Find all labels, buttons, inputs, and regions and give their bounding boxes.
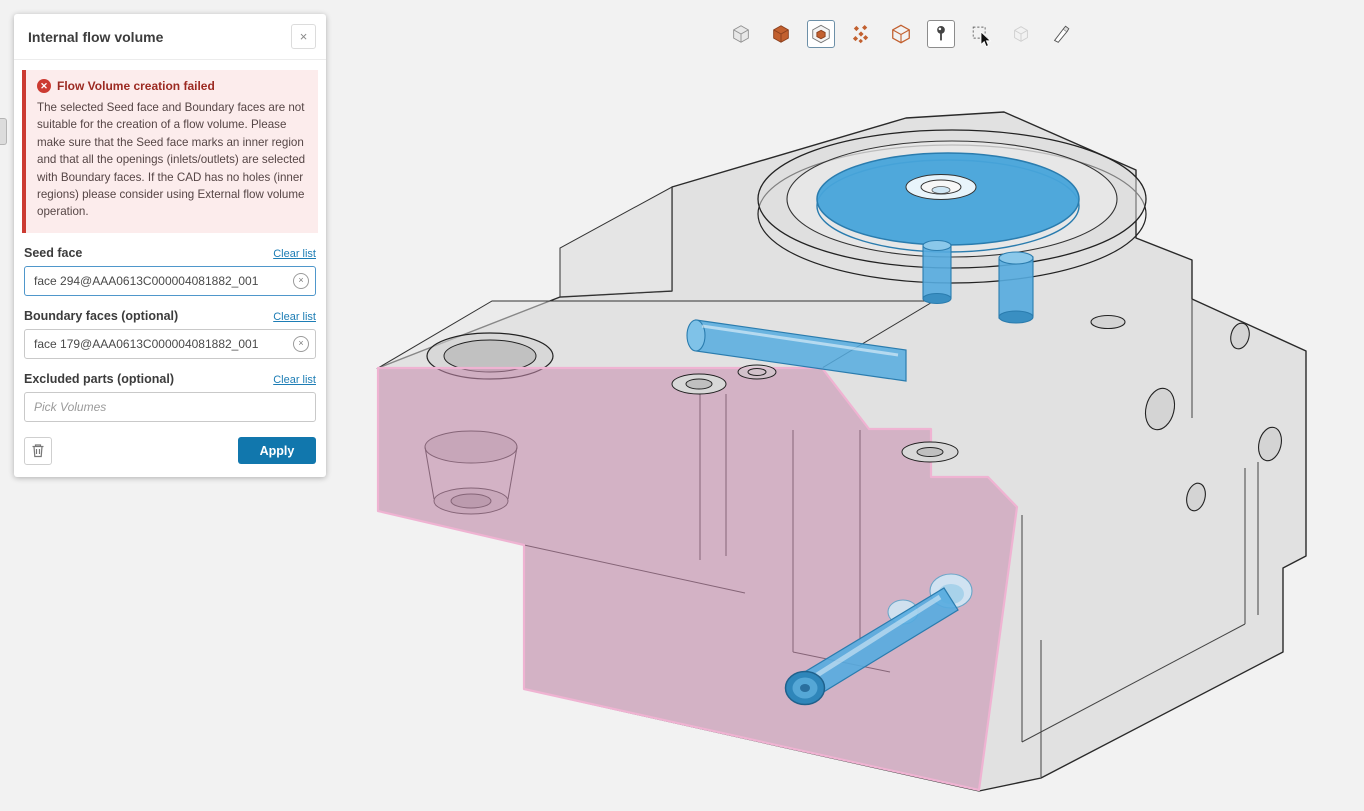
apply-button[interactable]: Apply bbox=[238, 437, 316, 464]
mouse-cursor bbox=[979, 31, 995, 49]
panel-footer: Apply bbox=[14, 422, 326, 477]
excluded-parts-clear-link[interactable]: Clear list bbox=[273, 374, 316, 386]
internal-flow-volume-icon[interactable] bbox=[807, 20, 835, 48]
collapsed-sidebar-tab[interactable] bbox=[0, 118, 7, 145]
panel-title: Internal flow volume bbox=[28, 29, 163, 45]
transform-icon bbox=[1007, 20, 1035, 48]
section-face-pink[interactable] bbox=[378, 368, 1017, 790]
close-icon[interactable]: × bbox=[291, 24, 316, 49]
error-message: The selected Seed face and Boundary face… bbox=[37, 99, 308, 221]
trash-icon bbox=[31, 443, 45, 458]
boundary-faces-input[interactable]: × bbox=[24, 329, 316, 359]
seed-face-group: Seed face Clear list × bbox=[14, 246, 326, 296]
excluded-parts-group: Excluded parts (optional) Clear list bbox=[14, 372, 326, 422]
excluded-parts-field[interactable] bbox=[25, 393, 315, 421]
excluded-parts-input[interactable] bbox=[24, 392, 316, 422]
error-alert: ✕ Flow Volume creation failed The select… bbox=[22, 70, 318, 233]
delete-operation-button[interactable] bbox=[24, 437, 52, 465]
sketch-knife-icon[interactable] bbox=[1047, 20, 1075, 48]
seed-face-input[interactable]: × bbox=[24, 266, 316, 296]
seed-face-remove-icon[interactable]: × bbox=[293, 273, 309, 289]
cad-toolbar bbox=[727, 20, 1075, 48]
error-title: Flow Volume creation failed bbox=[57, 79, 215, 93]
boundary-faces-group: Boundary faces (optional) Clear list × bbox=[14, 309, 326, 359]
internal-flow-volume-panel: Internal flow volume × ✕ Flow Volume cre… bbox=[14, 14, 326, 477]
excluded-parts-label: Excluded parts (optional) bbox=[24, 372, 174, 386]
seed-face-pin-icon[interactable] bbox=[927, 20, 955, 48]
seed-face-clear-link[interactable]: Clear list bbox=[273, 248, 316, 260]
external-flow-volume-icon[interactable] bbox=[887, 20, 915, 48]
facet-split-icon[interactable] bbox=[847, 20, 875, 48]
seed-face-value[interactable] bbox=[25, 267, 315, 295]
solid-model-icon[interactable] bbox=[767, 20, 795, 48]
panel-header: Internal flow volume × bbox=[14, 14, 326, 60]
boundary-faces-remove-icon[interactable]: × bbox=[293, 336, 309, 352]
seed-face-label: Seed face bbox=[24, 246, 82, 260]
boundary-faces-label: Boundary faces (optional) bbox=[24, 309, 178, 323]
boundary-faces-clear-link[interactable]: Clear list bbox=[273, 311, 316, 323]
boundary-faces-value[interactable] bbox=[25, 330, 315, 358]
view-cube-icon[interactable] bbox=[727, 20, 755, 48]
error-icon: ✕ bbox=[37, 79, 51, 93]
